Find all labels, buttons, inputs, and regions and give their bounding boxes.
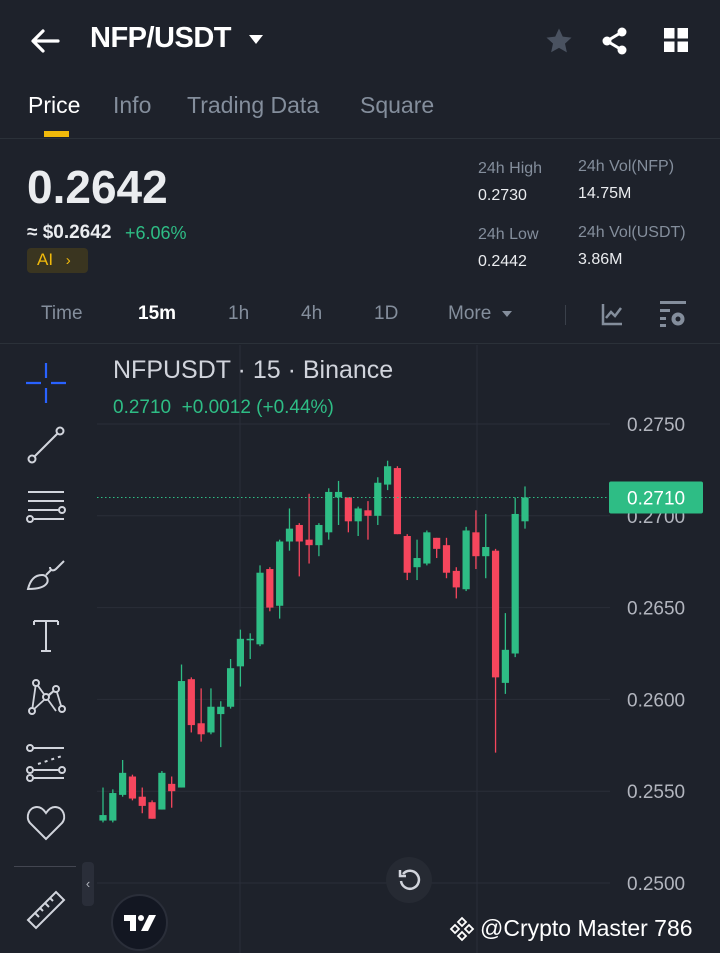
candle-body [197,723,205,735]
candle-body [177,681,186,788]
candle-body [501,649,509,683]
text-tool[interactable] [22,611,70,659]
candle-body [334,491,343,498]
y-axis-tick-label: 0.2750 [627,415,685,436]
horizontal-lines-icon [26,491,66,523]
trend-line-tool[interactable] [22,421,70,469]
candle-body [374,482,382,516]
y-axis-tick-label: 0.2650 [627,599,685,620]
candlestick-chart[interactable]: 0.27500.27000.26500.26000.25500.25000.27… [0,0,720,953]
candle-body [384,466,392,485]
watermark: @Crypto Master 786 [449,915,693,942]
candle-body [266,569,274,608]
candle-body [433,537,441,549]
candle-body [168,783,176,792]
current-price-label: 0.2710 [627,488,685,509]
candle-body [99,815,107,821]
binance-logo-icon [449,916,475,941]
candle-body [207,706,215,733]
tradingview-icon [123,914,156,931]
candle-body [344,497,352,522]
candle-body [226,668,235,707]
chart-ohlc-readout: 0.2710 +0.0012 (+0.44%) [113,397,334,418]
ruler-icon [26,890,66,930]
collapse-toolbar-button[interactable]: ‹ [82,862,94,906]
candle-body [482,547,490,557]
measure-tool[interactable] [22,886,70,934]
candle-body [452,570,460,588]
candle-body [393,468,402,535]
candle-body [295,524,303,542]
y-axis-tick-label: 0.2550 [627,782,685,803]
candle-body [148,802,156,819]
reload-icon [398,869,421,890]
crosshair-tool[interactable] [22,359,70,407]
brush-tool[interactable] [22,549,70,597]
candle-body [246,638,254,641]
forecast-lines-icon [26,744,66,782]
candle-body [472,532,480,557]
pattern-icon [28,679,66,715]
y-axis-tick-label: 0.2500 [627,874,685,895]
chart-title: NFPUSDT · 15 · Binance [113,356,394,384]
brush-icon [26,560,65,591]
reset-chart-button[interactable] [386,857,432,903]
candle-body [413,558,421,568]
candle-body [315,524,323,546]
toolbar-separator [14,866,76,867]
candle-body [119,772,127,795]
candle-body [491,550,500,678]
candle-body [128,776,137,799]
tradingview-logo[interactable] [111,894,168,951]
favorites-tool[interactable] [22,799,70,847]
candle-body [256,572,264,645]
trend-line-icon [27,426,65,464]
candle-body [217,706,225,715]
candle-body [305,539,313,546]
candle-body [158,772,166,810]
prediction-tool[interactable] [22,738,70,786]
candle-body [462,530,470,590]
y-axis-tick-label: 0.2600 [627,690,685,711]
candle-body [364,510,372,516]
candle-body [511,513,519,654]
candle-body [521,497,529,522]
candle-body [109,793,117,821]
watermark-text: @Crypto Master 786 [480,915,693,941]
candle-body [354,508,362,522]
pattern-tool[interactable] [22,673,70,721]
candle-body [236,638,244,667]
candle-body [276,541,284,606]
candle-body [138,796,146,806]
candle-body [442,545,451,573]
candle-body [423,532,431,564]
fib-tool[interactable] [22,484,70,532]
candle-body [403,535,411,573]
candle-body [325,491,333,533]
heart-icon [26,805,66,841]
candle-body [187,679,195,726]
text-icon [33,620,59,652]
candle-body [285,528,294,542]
crosshair-icon [26,363,66,403]
